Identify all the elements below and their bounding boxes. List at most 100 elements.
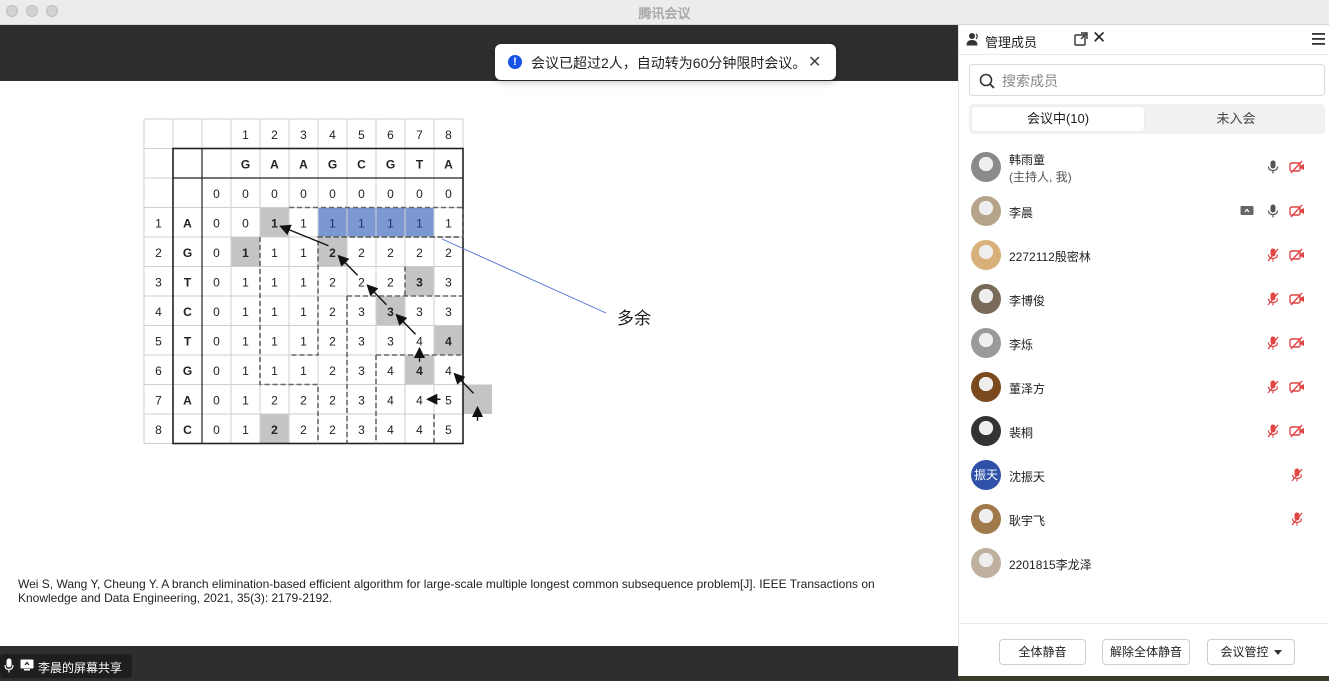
column-letter: G (386, 158, 395, 172)
popout-icon[interactable] (1074, 32, 1088, 46)
camera-off-icon[interactable] (1289, 160, 1304, 174)
matrix-cell-value: 2 (387, 246, 394, 260)
toast-message: 会议已超过2人，自动转为60分钟限时会议。 (531, 55, 807, 71)
member-name: 李晨 (1009, 206, 1034, 220)
screen-share-icon (20, 659, 34, 671)
matrix-cell-value: 4 (416, 394, 423, 408)
matrix-cell-value: 1 (242, 335, 249, 349)
matrix-cell-value: 1 (358, 217, 365, 231)
matrix-cell-value: 1 (300, 335, 307, 349)
microphone-icon[interactable] (1266, 204, 1280, 218)
matrix-cell-value: 3 (358, 394, 365, 408)
avatar (971, 152, 1001, 182)
unmute-all-button[interactable]: 解除全体静音 (1102, 639, 1190, 665)
matrix-cell-value: 4 (387, 423, 394, 437)
matrix-cell-value: 2 (445, 246, 452, 260)
member-name: 耿宇飞 (1009, 514, 1046, 528)
member-name: 沈振天 (1009, 470, 1046, 484)
person-icon (966, 33, 978, 46)
camera-off-icon[interactable] (1289, 248, 1304, 262)
column-letter: C (357, 158, 366, 172)
microphone-icon[interactable] (1266, 160, 1280, 174)
member-name: 2272112殷密林 (1009, 250, 1091, 264)
member-row[interactable]: 裴桐 (959, 409, 1329, 453)
matrix-cell-value: 1 (271, 217, 278, 231)
member-panel: 管理成员 ✕ 会议中(10) 未入会 韩雨童(主持人, 我 (958, 25, 1329, 676)
column-letter: G (241, 158, 250, 172)
matrix-cell-value: 3 (358, 305, 365, 319)
row-number: 2 (155, 246, 162, 260)
matrix-cell-value: 2 (329, 394, 336, 408)
microphone-muted-icon[interactable] (1266, 248, 1280, 262)
menu-icon[interactable] (1312, 33, 1325, 45)
matrix-cell-value: 2 (329, 364, 336, 378)
member-row[interactable]: 李博俊 (959, 277, 1329, 321)
notification-toast: ! 会议已超过2人，自动转为60分钟限时会议。 ✕ (495, 44, 836, 80)
microphone-muted-icon[interactable] (1266, 336, 1280, 350)
share-status-label: 李晨的屏幕共享 (38, 661, 123, 675)
column-number: 7 (416, 128, 423, 142)
avatar (971, 196, 1001, 226)
column-number: 4 (329, 128, 336, 142)
microphone-muted-icon[interactable] (1266, 292, 1280, 306)
matrix-cell-value: 1 (271, 246, 278, 260)
member-row[interactable]: 振天 沈振天 (959, 453, 1329, 497)
matrix-cell-value: 3 (387, 335, 394, 349)
tab-in-meeting[interactable]: 会议中(10) (972, 107, 1144, 131)
member-row[interactable]: 耿宇飞 (959, 497, 1329, 541)
microphone-muted-icon[interactable] (1290, 468, 1304, 482)
camera-off-icon[interactable] (1289, 292, 1304, 306)
matrix-cell-value: 4 (416, 335, 423, 349)
matrix-cell-value: 4 (445, 335, 452, 349)
column-letter: A (444, 158, 453, 172)
annotation-leader-line (441, 238, 607, 314)
matrix-cell-value: 0 (213, 394, 220, 408)
column-number: 2 (271, 128, 278, 142)
row-letter: T (184, 335, 192, 349)
tab-not-joined[interactable]: 未入会 (1150, 107, 1322, 131)
camera-off-icon[interactable] (1289, 336, 1304, 350)
matrix-cell-value: 2 (329, 305, 336, 319)
microphone-muted-icon[interactable] (1290, 512, 1304, 526)
matrix-cell-value: 0 (213, 276, 220, 290)
matrix-cell-value: 4 (416, 364, 423, 378)
member-tabs: 会议中(10) 未入会 (969, 104, 1325, 134)
row-letter: T (184, 276, 192, 290)
camera-off-icon[interactable] (1289, 380, 1304, 394)
search-input[interactable] (1002, 70, 1312, 92)
avatar (971, 416, 1001, 446)
panel-header: 管理成员 ✕ (959, 25, 1329, 55)
matrix-cell-value: 1 (271, 276, 278, 290)
camera-off-icon[interactable] (1289, 424, 1304, 438)
member-row[interactable]: 李晨 (959, 189, 1329, 233)
toast-close-icon[interactable]: ✕ (808, 52, 821, 72)
member-role: (主持人, 我) (1009, 170, 1072, 184)
matrix-cell-value: 1 (329, 217, 336, 231)
member-row[interactable]: 韩雨童 (主持人, 我) (959, 145, 1329, 189)
column-letter: G (328, 158, 337, 172)
screen-share-icon[interactable] (1240, 204, 1254, 218)
member-row[interactable]: 2201815李龙泽 (959, 541, 1329, 585)
microphone-muted-icon[interactable] (1266, 380, 1280, 394)
lcs-table-figure: 1 2 3 4 5 6 7 8 G A A G C G T A 1 2 3 4 5 6 7 8 A G T C T G A C 0 0 0 0 0 0 0 0… (143, 118, 607, 445)
row-letter: A (183, 217, 192, 231)
matrix-cell-value: 0 (213, 305, 220, 319)
matrix-cell-value: 0 (271, 187, 278, 201)
member-row[interactable]: 2272112殷密林 (959, 233, 1329, 277)
row-letter: C (183, 423, 192, 437)
close-panel-icon[interactable]: ✕ (1092, 29, 1106, 47)
matrix-cell-value: 0 (300, 187, 307, 201)
camera-off-icon[interactable] (1289, 204, 1304, 218)
title-bar: 腾讯会议 (0, 0, 1329, 25)
member-row[interactable]: 董泽方 (959, 365, 1329, 409)
column-number: 3 (300, 128, 307, 142)
row-letter: G (183, 246, 192, 260)
meeting-control-button[interactable]: 会议管控 (1207, 639, 1295, 665)
matrix-cell-value: 2 (329, 335, 336, 349)
member-search[interactable] (969, 64, 1325, 96)
mute-all-button[interactable]: 全体静音 (999, 639, 1086, 665)
row-letter: C (183, 305, 192, 319)
member-row[interactable]: 李烁 (959, 321, 1329, 365)
matrix-cell-value: 2 (416, 246, 423, 260)
microphone-muted-icon[interactable] (1266, 424, 1280, 438)
